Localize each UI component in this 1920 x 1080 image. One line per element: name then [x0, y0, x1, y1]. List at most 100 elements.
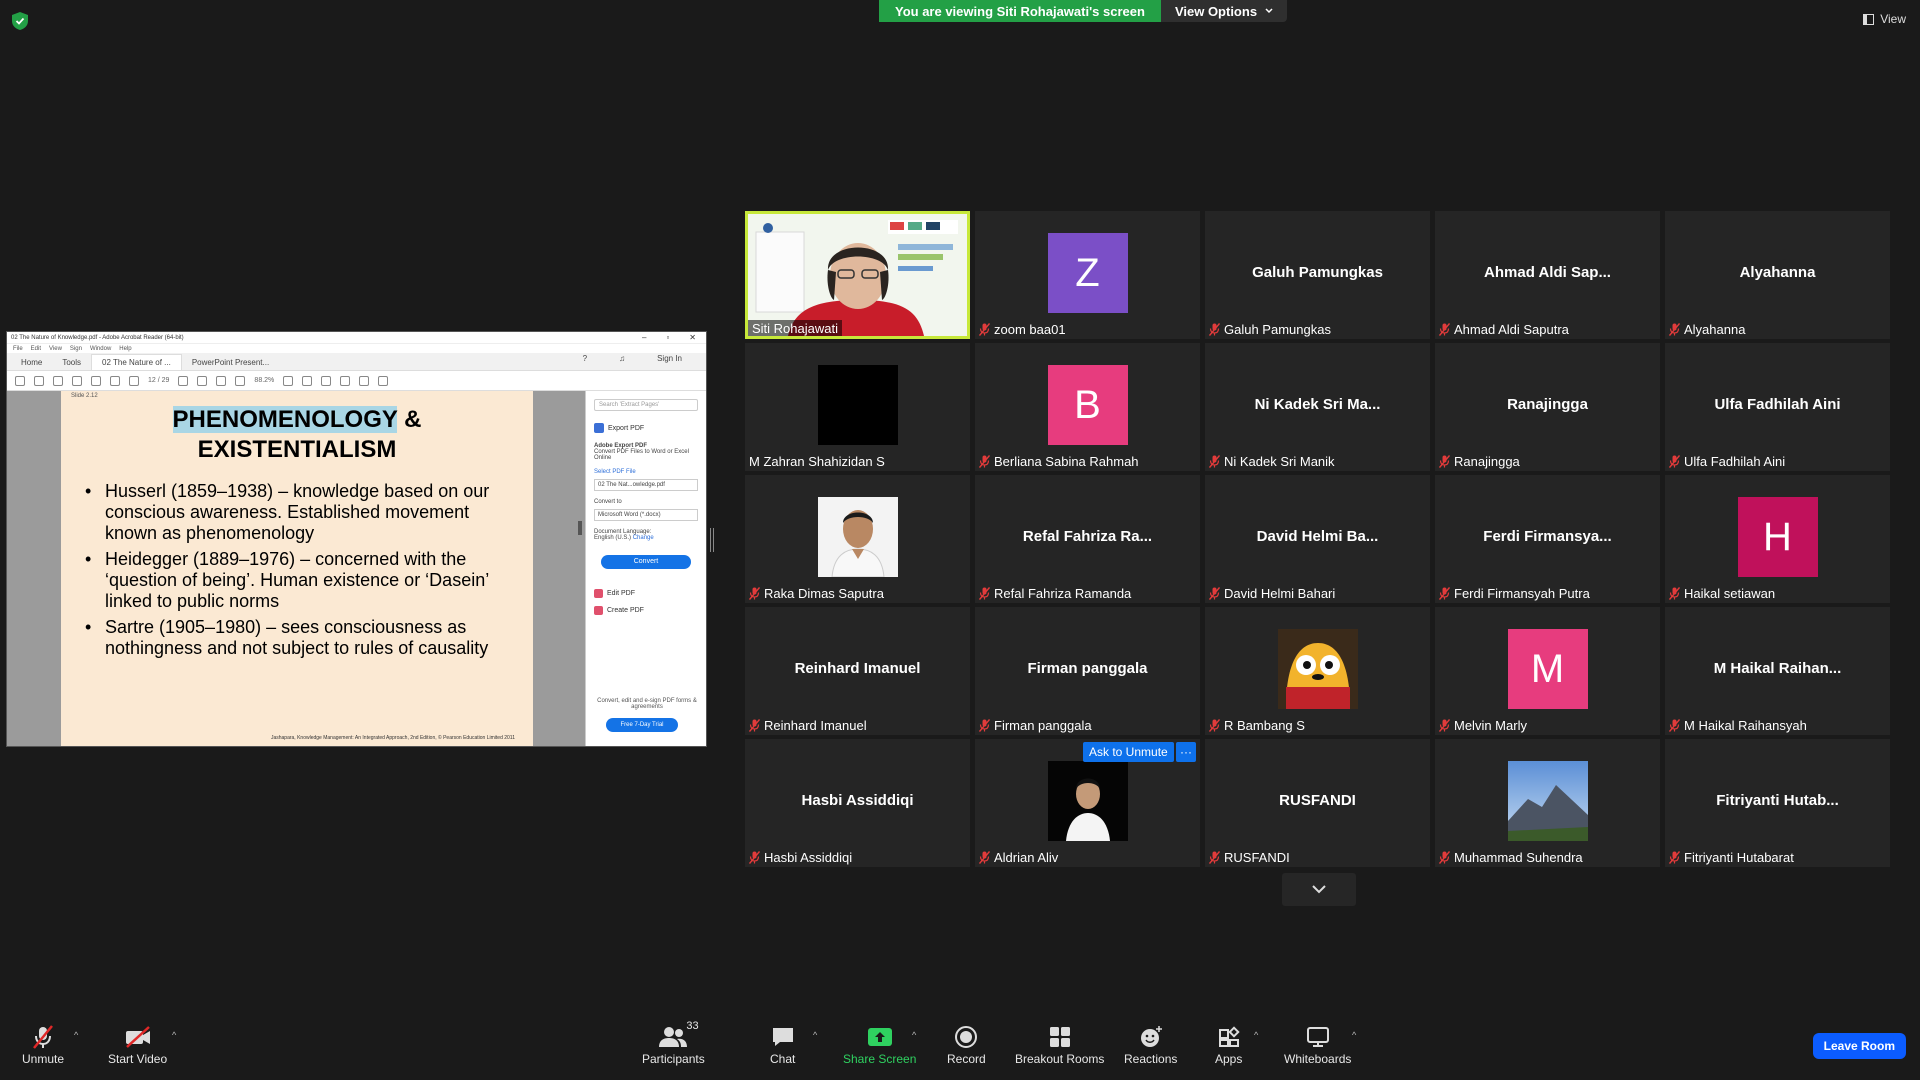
- slide-bullet: Husserl (1859–1938) – knowledge based on…: [85, 481, 505, 544]
- video-off-icon: [124, 1022, 152, 1052]
- meeting-toolbar: Unmute ^ Start Video ^ 33 Participants C…: [0, 1020, 1920, 1080]
- create-pdf-label: Create PDF: [607, 607, 644, 614]
- participants-button[interactable]: 33 Participants: [642, 1020, 705, 1066]
- hand-icon: [197, 375, 208, 386]
- participant-name-label: zoom baa01: [978, 321, 1066, 337]
- participant-name-label: Refal Fahriza Ramanda: [978, 585, 1131, 601]
- participant-photo: [1507, 761, 1588, 841]
- share-screen-icon: [867, 1022, 893, 1052]
- participant-tile[interactable]: R Bambang S: [1205, 607, 1430, 735]
- participant-photo: [1047, 761, 1128, 841]
- shared-screen[interactable]: 02 The Nature of Knowledge.pdf - Adobe A…: [6, 331, 707, 747]
- participant-tile[interactable]: M Melvin Marly: [1435, 607, 1660, 735]
- participant-tile[interactable]: H Haikal setiawan: [1665, 475, 1890, 603]
- slide: Slide 2.12 PHENOMENOLOGY & EXISTENTIALIS…: [61, 391, 533, 746]
- participant-display-name: M Haikal Raihan...: [1713, 660, 1842, 678]
- participant-name: Aldrian Aliv: [994, 849, 1059, 865]
- participant-display-name: Ahmad Aldi Sap...: [1484, 264, 1611, 282]
- participant-name: Haikal setiawan: [1684, 585, 1776, 601]
- participant-name-label: Haikal setiawan: [1668, 585, 1776, 601]
- participant-tile[interactable]: M Zahran Shahizidan S: [745, 343, 970, 471]
- chat-options-caret[interactable]: ^: [813, 1030, 817, 1040]
- participant-name-label: M Haikal Raihansyah: [1668, 717, 1807, 733]
- fit-page-icon: [283, 375, 294, 386]
- share-options-caret[interactable]: ^: [912, 1030, 916, 1040]
- mic-muted-icon: [1208, 454, 1221, 468]
- sign-icon: [340, 375, 351, 386]
- unmute-label: Unmute: [22, 1052, 65, 1066]
- apps-options-caret[interactable]: ^: [1254, 1030, 1258, 1040]
- breakout-rooms-label: Breakout Rooms: [1015, 1052, 1105, 1066]
- unmute-button[interactable]: Unmute: [22, 1022, 64, 1066]
- participant-tile[interactable]: Ni Kadek Sri Ma... Ni Kadek Sri Manik: [1205, 343, 1430, 471]
- participant-tile[interactable]: Alyahanna Alyahanna: [1665, 211, 1890, 339]
- participant-photo: [817, 497, 898, 577]
- participant-tile[interactable]: Hasbi Assiddiqi Hasbi Assiddiqi: [745, 739, 970, 867]
- apps-button[interactable]: Apps: [1215, 1022, 1242, 1066]
- participants-label: Participants: [642, 1052, 705, 1066]
- whiteboards-options-caret[interactable]: ^: [1352, 1030, 1356, 1040]
- create-pdf-tool: Create PDF: [594, 606, 698, 615]
- video-options-caret[interactable]: ^: [172, 1030, 176, 1040]
- breakout-rooms-button[interactable]: Breakout Rooms: [1015, 1022, 1104, 1066]
- participant-tile[interactable]: Firman panggala Firman panggala: [975, 607, 1200, 735]
- record-button[interactable]: Record: [947, 1022, 986, 1066]
- participant-name: M Haikal Raihansyah: [1684, 717, 1807, 733]
- participant-tile[interactable]: Muhammad Suhendra: [1435, 739, 1660, 867]
- start-video-button[interactable]: Start Video: [108, 1022, 167, 1066]
- participant-tile[interactable]: B Berliana Sabina Rahmah: [975, 343, 1200, 471]
- audio-options-caret[interactable]: ^: [74, 1030, 78, 1040]
- participant-tile[interactable]: Reinhard Imanuel Reinhard Imanuel: [745, 607, 970, 735]
- participant-photo: [1277, 629, 1358, 709]
- participant-video: [748, 214, 967, 336]
- participant-tile[interactable]: Fitriyanti Hutab... Fitriyanti Hutabarat: [1665, 739, 1890, 867]
- mic-muted-icon: [1208, 586, 1221, 600]
- minimize-icon: –: [642, 333, 647, 342]
- window-controls: – ▫ ✕: [642, 333, 702, 342]
- participant-tile[interactable]: Galuh Pamungkas Galuh Pamungkas: [1205, 211, 1430, 339]
- bell-icon: ♫: [619, 354, 626, 363]
- participant-display-name: Galuh Pamungkas: [1252, 264, 1383, 282]
- shield-icon[interactable]: [12, 12, 28, 30]
- view-options-button[interactable]: View Options: [1160, 0, 1288, 22]
- ask-to-unmute-button[interactable]: Ask to Unmute: [1083, 742, 1174, 762]
- participant-tile[interactable]: Ranajingga Ranajingga: [1435, 343, 1660, 471]
- participant-tile[interactable]: Ulfa Fadhilah Aini Ulfa Fadhilah Aini: [1665, 343, 1890, 471]
- create-pdf-icon: [594, 606, 603, 615]
- mic-muted-icon: [1208, 850, 1221, 864]
- mic-muted-icon: [30, 1022, 56, 1052]
- participant-tile[interactable]: Zzoom baa01: [975, 211, 1200, 339]
- participant-tile[interactable]: Ferdi Firmansya... Ferdi Firmansyah Putra: [1435, 475, 1660, 603]
- tools-panel: Search 'Extract Pages' Export PDF Adobe …: [585, 391, 706, 746]
- slide-footer: Jashapara, Knowledge Management: An Inte…: [270, 735, 515, 741]
- participant-tile[interactable]: David Helmi Ba... David Helmi Bahari: [1205, 475, 1430, 603]
- participant-tile[interactable]: Raka Dimas Saputra: [745, 475, 970, 603]
- participant-tile[interactable]: Refal Fahriza Ra... Refal Fahriza Ramanda: [975, 475, 1200, 603]
- chevron-down-icon: [1265, 8, 1273, 14]
- participant-tile[interactable]: Ahmad Aldi Sap... Ahmad Aldi Saputra: [1435, 211, 1660, 339]
- participant-tile[interactable]: Siti Rohajawati: [745, 211, 970, 339]
- next-page-button[interactable]: [1282, 873, 1356, 906]
- chat-button[interactable]: Chat: [770, 1022, 795, 1066]
- participant-display-name: Refal Fahriza Ra...: [1022, 528, 1153, 546]
- whiteboards-button[interactable]: Whiteboards: [1284, 1022, 1351, 1066]
- participant-tile[interactable]: RUSFANDI RUSFANDI: [1205, 739, 1430, 867]
- participant-name-label: Berliana Sabina Rahmah: [978, 453, 1139, 469]
- view-button-label: View: [1880, 12, 1906, 26]
- participant-display-name: Reinhard Imanuel: [794, 660, 921, 678]
- view-button[interactable]: View: [1863, 12, 1906, 26]
- tab-tools: Tools: [62, 358, 82, 367]
- participant-name: RUSFANDI: [1224, 849, 1290, 865]
- acrobat-window-title: 02 The Nature of Knowledge.pdf - Adobe A…: [11, 334, 184, 341]
- split-view-handle[interactable]: [710, 528, 714, 552]
- reactions-button[interactable]: Reactions: [1124, 1022, 1177, 1066]
- mic-muted-icon: [1668, 322, 1681, 336]
- participant-tile[interactable]: M Haikal Raihan... M Haikal Raihansyah: [1665, 607, 1890, 735]
- participant-display-name: Alyahanna: [1739, 264, 1816, 282]
- more-options-button[interactable]: ···: [1176, 742, 1196, 762]
- participant-name: Raka Dimas Saputra: [764, 585, 884, 601]
- participant-name: Fitriyanti Hutabarat: [1684, 849, 1794, 865]
- participant-display-name: RUSFANDI: [1279, 792, 1356, 810]
- share-screen-button[interactable]: Share Screen: [843, 1022, 916, 1066]
- leave-room-button[interactable]: Leave Room: [1812, 1033, 1906, 1059]
